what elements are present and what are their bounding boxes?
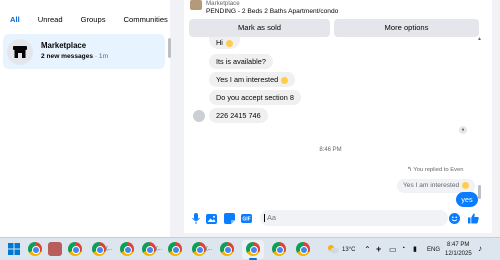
- chrome-taskbar-icon[interactable]: [68, 242, 82, 256]
- waving-hand-emoji-icon: [225, 39, 233, 47]
- chat-list-panel: All Unread Groups Communities Marketplac…: [0, 0, 171, 237]
- chat-name: Marketplace: [41, 41, 87, 50]
- message-bubble: 226 2415 746: [209, 108, 268, 123]
- like-icon[interactable]: [468, 213, 479, 224]
- chat-list-scrollbar[interactable]: [168, 38, 171, 58]
- message-bubble: Do you accept section 8: [209, 90, 301, 105]
- listing-thumbnail[interactable]: [190, 0, 202, 10]
- battery-icon[interactable]: ▮: [413, 245, 417, 253]
- start-icon[interactable]: [8, 243, 20, 255]
- chrome-taskbar-icon[interactable]: [92, 242, 106, 256]
- chrome-taskbar-icon[interactable]: [246, 242, 260, 256]
- weather-temp[interactable]: 13°C: [342, 247, 355, 253]
- filter-unread[interactable]: Unread: [32, 12, 69, 28]
- message-composer: GIF: [184, 208, 492, 230]
- more-options-button[interactable]: More options: [334, 19, 479, 37]
- chrome-taskbar-icon[interactable]: [120, 242, 134, 256]
- quoted-message[interactable]: Yes I am interested: [397, 179, 476, 193]
- gif-icon[interactable]: GIF: [241, 213, 252, 224]
- chat-filters: All Unread Groups Communities: [4, 12, 174, 28]
- keyboard-icon[interactable]: ▭: [389, 245, 397, 254]
- listing-title[interactable]: PENDING - 2 Beds 2 Baths Apartment/condo: [206, 8, 338, 15]
- clock-date[interactable]: 12/1/2025: [445, 251, 472, 257]
- conversation-panel: Marketplace PENDING - 2 Beds 2 Baths Apa…: [184, 0, 492, 233]
- store-icon: [7, 39, 33, 65]
- sender-avatar[interactable]: [193, 110, 205, 122]
- reply-note: ↰ You replied to Even: [407, 167, 464, 173]
- notification-bell-icon[interactable]: ♪: [478, 244, 482, 253]
- network-icon[interactable]: ◔: [401, 245, 405, 252]
- message-bubble: Its is available?: [209, 54, 273, 69]
- app-taskbar-icon[interactable]: [48, 242, 62, 256]
- seen-indicator-icon: ●: [459, 126, 467, 134]
- language-indicator[interactable]: ENG: [427, 247, 440, 253]
- message-bubble: Yes I am interested: [209, 72, 296, 87]
- image-icon[interactable]: [206, 213, 217, 224]
- time-separator: 8:46 PM: [319, 147, 342, 153]
- listing-label: Marketplace: [206, 0, 240, 7]
- message-input[interactable]: [260, 210, 448, 226]
- mark-as-sold-button[interactable]: Mark as sold: [189, 19, 330, 37]
- filter-all[interactable]: All: [4, 12, 26, 28]
- clock-time[interactable]: 8:47 PM: [447, 242, 469, 248]
- scroll-up-arrow-icon[interactable]: ▲: [477, 36, 482, 42]
- microphone-icon[interactable]: [190, 213, 201, 224]
- plus-icon[interactable]: +: [376, 244, 381, 254]
- chrome-taskbar-icon[interactable]: [192, 242, 206, 256]
- filter-groups[interactable]: Groups: [75, 12, 112, 28]
- chat-preview: 2 new messages · 1m: [41, 53, 109, 60]
- taskbar-app-label: (...: [106, 246, 112, 252]
- weather-icon[interactable]: [327, 244, 339, 254]
- conversation-scrollbar[interactable]: [478, 185, 481, 199]
- message-bubble: Hi: [209, 37, 240, 49]
- chrome-taskbar-icon[interactable]: [272, 242, 286, 256]
- text-caret: [264, 214, 265, 222]
- chrome-taskbar-icon[interactable]: [168, 242, 182, 256]
- smiling-face-emoji-icon: [462, 181, 470, 189]
- sticker-icon[interactable]: [224, 213, 235, 224]
- chevron-up-icon[interactable]: ⌃: [364, 245, 371, 254]
- taskbar-app-label: (...: [206, 246, 212, 252]
- chrome-taskbar-icon[interactable]: [296, 242, 310, 256]
- my-message-bubble: yes: [456, 192, 478, 207]
- taskbar: (... (... (... 13°C ⌃ + ▭ ◔ ▮ ENG 8:47 P…: [0, 237, 500, 260]
- taskbar-app-label: (...: [156, 246, 162, 252]
- smiling-face-emoji-icon: [281, 76, 289, 84]
- chrome-taskbar-icon[interactable]: [220, 242, 234, 256]
- chat-item-marketplace[interactable]: Marketplace 2 new messages · 1m: [3, 34, 165, 69]
- chrome-taskbar-icon[interactable]: [28, 242, 42, 256]
- emoji-icon[interactable]: [449, 213, 460, 224]
- svg-text:GIF: GIF: [242, 217, 250, 223]
- chrome-taskbar-icon[interactable]: [142, 242, 156, 256]
- filter-communities[interactable]: Communities: [118, 12, 174, 28]
